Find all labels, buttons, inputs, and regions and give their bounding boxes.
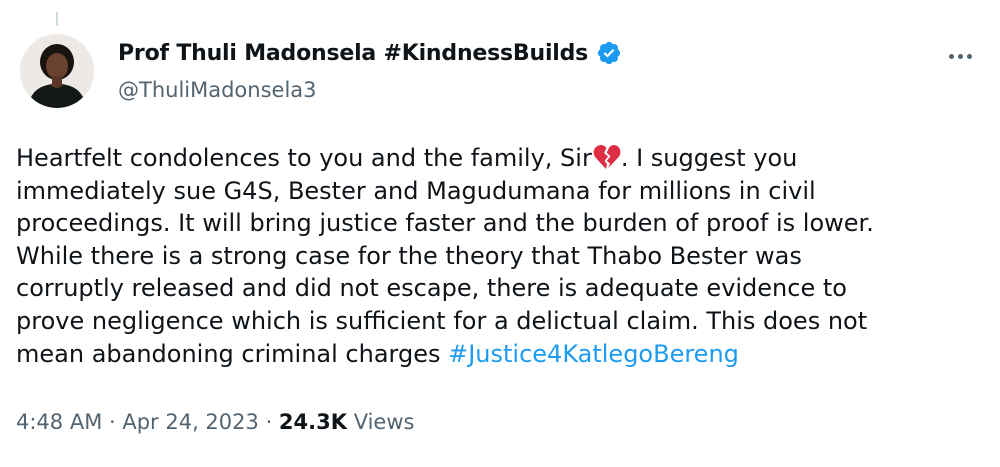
- tweet-line: proceedings. It will bring justice faste…: [16, 209, 874, 238]
- views-count: 24.3K: [278, 410, 348, 434]
- tweet-text-segment: . I suggest you: [620, 144, 798, 172]
- views-label: Views: [347, 410, 415, 434]
- meta-separator: ·: [258, 410, 279, 434]
- more-horizontal-icon-dot: [948, 53, 954, 59]
- tweet-header: Prof Thuli Madonsela #KindnessBuilds @Th…: [118, 40, 622, 102]
- display-name[interactable]: Prof Thuli Madonsela #KindnessBuilds: [118, 41, 588, 66]
- thread-connector-line: [56, 12, 58, 26]
- user-handle[interactable]: @ThuliMadonsela3: [118, 78, 622, 102]
- tweet-line: While there is a strong case for the the…: [16, 241, 802, 270]
- tweet-text-segment: Heartfelt condolences to you and the fam…: [16, 144, 592, 172]
- views-link[interactable]: 24.3K Views: [279, 410, 415, 434]
- more-horizontal-icon-dot: [966, 53, 972, 59]
- tweet-line: immediately sue G4S, Bester and Maguduma…: [16, 176, 816, 205]
- timestamp-link[interactable]: 4:48 AM · Apr 24, 2023: [16, 410, 259, 434]
- tweet-line: corruptly released and did not escape, t…: [16, 274, 847, 303]
- tweet-line: mean abandoning criminal charges #Justic…: [16, 338, 984, 371]
- name-row: Prof Thuli Madonsela #KindnessBuilds: [118, 40, 622, 66]
- verified-badge-icon: [596, 40, 622, 66]
- avatar[interactable]: [20, 34, 94, 108]
- hashtag-link[interactable]: #Justice4KatlegoBereng: [448, 340, 739, 368]
- tweet-text: Heartfelt condolences to you and the fam…: [16, 142, 984, 370]
- tweet-line: prove negligence which is sufficient for…: [16, 306, 868, 335]
- more-horizontal-icon-dot: [957, 53, 963, 59]
- broken-heart-icon: [593, 144, 621, 170]
- tweet-time: 4:48 AM: [16, 410, 103, 434]
- tweet-metadata: 4:48 AM · Apr 24, 2023 · 24.3K Views: [16, 410, 414, 434]
- meta-separator: ·: [102, 410, 123, 434]
- tweet-text-segment: mean abandoning criminal charges: [16, 339, 449, 368]
- tweet-date: Apr 24, 2023: [122, 410, 259, 434]
- tweet-line: Heartfelt condolences to you and the fam…: [16, 142, 984, 175]
- more-options-button[interactable]: [942, 44, 978, 68]
